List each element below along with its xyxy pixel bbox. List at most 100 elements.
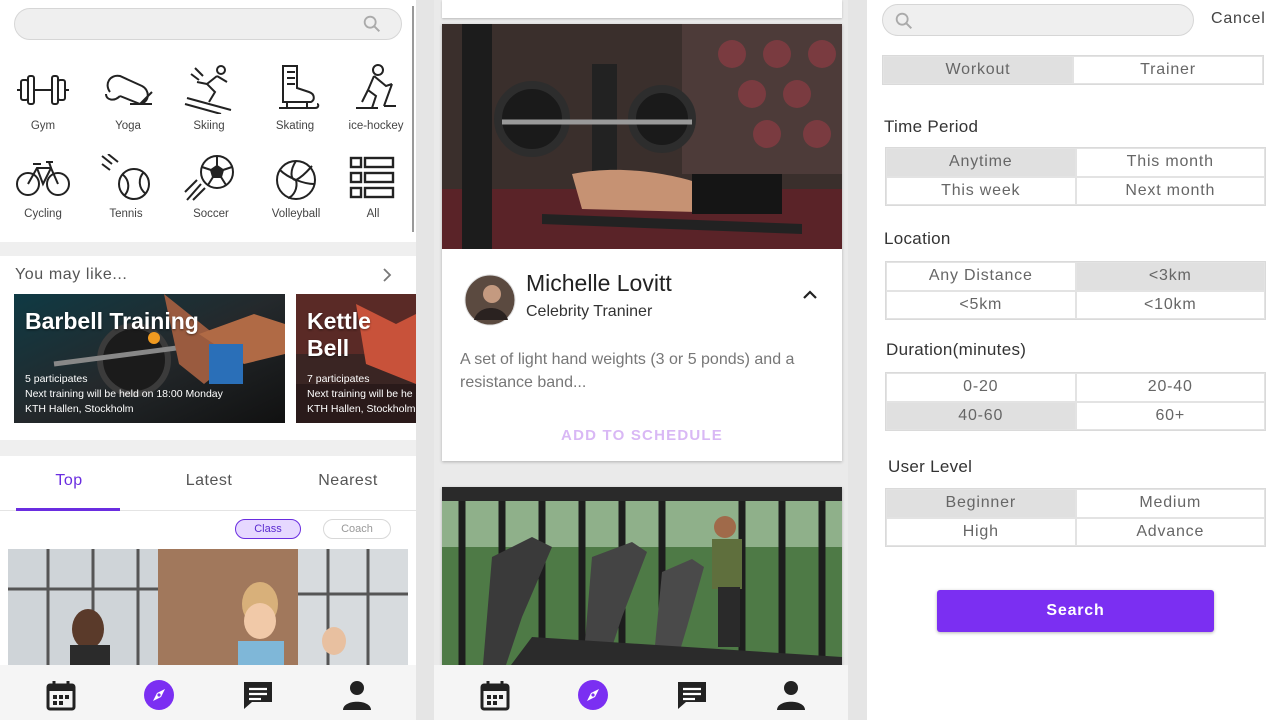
- time-period-title: Time Period: [884, 117, 979, 136]
- filter-screen: Cancel Workout Trainer Time Period Anyti…: [867, 0, 1281, 720]
- recommendation-card-kettlebell[interactable]: Kettle Bell 7 participates Next training…: [296, 294, 416, 423]
- section-divider: [0, 440, 416, 456]
- sport-label: ice-hockey: [348, 120, 404, 132]
- card-location: KTH Hallen, Stockholm: [25, 403, 134, 415]
- explore-screen: Gym Yoga Skiing Skating ice-hockey Cycli…: [0, 0, 416, 720]
- tab-nearest[interactable]: Nearest: [300, 472, 396, 490]
- search-input[interactable]: [27, 15, 357, 35]
- chip-coach[interactable]: Coach: [323, 519, 391, 539]
- sport-all[interactable]: All: [333, 154, 413, 234]
- search-button[interactable]: Search: [937, 590, 1214, 632]
- trainer-card[interactable]: Michelle Lovitt Celebrity Traniner A set…: [442, 24, 842, 461]
- sport-gym[interactable]: Gym: [3, 62, 83, 142]
- option-this-month[interactable]: This month: [1075, 148, 1265, 177]
- chat-icon[interactable]: [676, 679, 708, 711]
- bottom-navigation: [434, 665, 848, 720]
- sport-skiing[interactable]: Skiing: [169, 62, 249, 142]
- option-beginner[interactable]: Beginner: [886, 489, 1076, 518]
- chevron-right-icon[interactable]: [380, 266, 394, 284]
- section-divider: [0, 242, 416, 256]
- sport-label: Volleyball: [271, 208, 321, 220]
- search-bar[interactable]: [14, 8, 402, 40]
- tab-top[interactable]: Top: [20, 472, 118, 490]
- sport-label: Skiing: [193, 120, 225, 132]
- sport-cycling[interactable]: Cycling: [3, 154, 83, 234]
- tennis-ball-icon: [101, 154, 150, 200]
- chevron-up-icon[interactable]: [800, 286, 820, 302]
- cancel-button[interactable]: Cancel: [1211, 10, 1266, 28]
- sport-label: Cycling: [24, 208, 62, 220]
- fitness-class-photo: [8, 549, 408, 669]
- trainer-name: Michelle Lovitt: [526, 270, 672, 296]
- sport-skating[interactable]: Skating: [255, 62, 335, 142]
- option-medium[interactable]: Medium: [1075, 489, 1265, 518]
- sport-volleyball[interactable]: Volleyball: [256, 154, 336, 234]
- option-3km[interactable]: <3km: [1075, 262, 1265, 291]
- skate-icon: [279, 65, 320, 109]
- search-icon[interactable]: [361, 13, 383, 35]
- calendar-icon[interactable]: [45, 679, 77, 711]
- option-20-40[interactable]: 20-40: [1075, 373, 1265, 402]
- gym-card[interactable]: [442, 487, 842, 677]
- add-to-schedule-button[interactable]: ADD TO SCHEDULE: [442, 427, 842, 444]
- you-may-like-heading: You may like...: [15, 266, 128, 283]
- trainer-avatar[interactable]: [464, 274, 516, 326]
- sport-yoga[interactable]: Yoga: [88, 62, 168, 142]
- chip-class[interactable]: Class: [235, 519, 301, 539]
- card-location: KTH Hallen, Stockholm: [307, 403, 416, 415]
- sport-label: Soccer: [193, 208, 229, 220]
- compass-icon[interactable]: [143, 679, 175, 711]
- option-10km[interactable]: <10km: [1075, 290, 1265, 319]
- card-participants: 7 participates: [307, 373, 370, 385]
- sport-label: Yoga: [115, 120, 141, 132]
- card-details: 7 participates Next training will be he …: [307, 372, 416, 417]
- filter-search-input[interactable]: [921, 11, 1181, 31]
- sport-tennis[interactable]: Tennis: [86, 154, 166, 234]
- option-0-20[interactable]: 0-20: [886, 373, 1076, 402]
- filter-search-bar[interactable]: [882, 4, 1194, 36]
- sport-label: Gym: [30, 120, 56, 132]
- option-40-60[interactable]: 40-60: [886, 401, 1076, 430]
- list-icon: [349, 156, 395, 199]
- option-any-distance[interactable]: Any Distance: [886, 262, 1076, 291]
- dumbbell-icon: [17, 75, 69, 105]
- user-level-options: Beginner Medium High Advance: [885, 488, 1266, 547]
- bench-press-photo: [442, 24, 842, 249]
- compass-icon[interactable]: [577, 679, 609, 711]
- tab-trainer[interactable]: Trainer: [1073, 56, 1263, 84]
- option-5km[interactable]: <5km: [886, 290, 1076, 319]
- calendar-icon[interactable]: [479, 679, 511, 711]
- sport-label: Tennis: [109, 208, 143, 220]
- class-image[interactable]: [8, 549, 408, 669]
- option-advance[interactable]: Advance: [1075, 517, 1265, 546]
- sport-soccer[interactable]: Soccer: [171, 154, 251, 234]
- user-level-title: User Level: [888, 457, 973, 476]
- card-participants: 5 participates: [25, 373, 88, 385]
- sport-ice-hockey[interactable]: ice-hockey: [336, 62, 416, 142]
- recommendation-card-barbell[interactable]: Barbell Training 5 participates Next tra…: [14, 294, 285, 423]
- profile-icon[interactable]: [341, 679, 373, 711]
- option-60-plus[interactable]: 60+: [1075, 401, 1265, 430]
- trainer-role: Celebrity Traniner: [526, 303, 653, 320]
- tab-workout[interactable]: Workout: [883, 56, 1073, 84]
- hockey-player-icon: [356, 64, 396, 109]
- option-this-week[interactable]: This week: [886, 176, 1076, 205]
- option-high[interactable]: High: [886, 517, 1076, 546]
- search-icon: [895, 12, 913, 30]
- location-title: Location: [884, 229, 951, 248]
- bottom-navigation: [0, 665, 416, 720]
- volleyball-icon: [276, 160, 316, 200]
- card-next-training: Next training will be held on 18:00 Mond…: [25, 388, 223, 400]
- sport-label: Skating: [275, 120, 315, 132]
- option-next-month[interactable]: Next month: [1075, 176, 1265, 205]
- chat-icon[interactable]: [242, 679, 274, 711]
- location-options: Any Distance <3km <5km <10km: [885, 261, 1266, 320]
- duration-options: 0-20 20-40 40-60 60+: [885, 372, 1266, 431]
- card-title: Barbell Training: [25, 308, 199, 334]
- tab-latest[interactable]: Latest: [160, 472, 258, 490]
- soccer-ball-icon: [184, 155, 234, 201]
- profile-icon[interactable]: [775, 679, 807, 711]
- card-next-training: Next training will be he: [307, 388, 413, 400]
- time-period-options: Anytime This month This week Next month: [885, 147, 1266, 206]
- option-anytime[interactable]: Anytime: [886, 148, 1076, 177]
